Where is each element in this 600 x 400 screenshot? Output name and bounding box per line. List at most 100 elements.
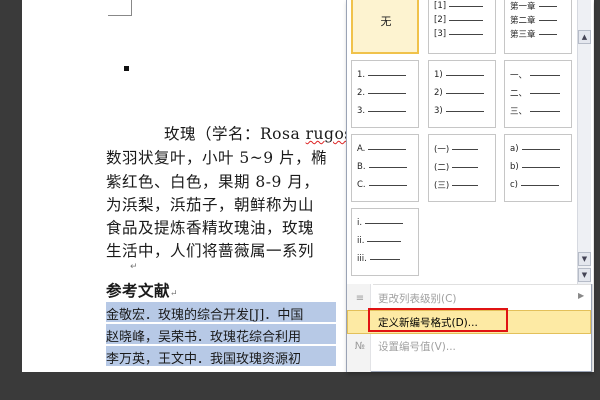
change-list-level-label: 更改列表级别(C): [378, 293, 457, 305]
numbering-option-roman[interactable]: i. ii. iii.: [351, 208, 419, 276]
line-rule: [367, 240, 402, 242]
numbering-none-option[interactable]: 无: [351, 0, 419, 54]
reference-1: 金敬宏．玫瑰的综合开发[J]．中国: [106, 308, 304, 323]
line-rule: [368, 74, 407, 76]
numbering-library: 无 [1] [2] [3] 第一章 第二章 第三章 1. 2. 3. 1) 2)…: [347, 0, 593, 284]
reference-2: 赵晓峰，吴荣书．玫瑰花综合利用: [106, 330, 302, 345]
numbering-token: 第一章: [510, 2, 536, 12]
numbering-token: [1]: [434, 1, 447, 11]
numbering-token: b): [510, 162, 519, 172]
numbering-row: 3): [434, 105, 484, 117]
numbering-token: (二): [434, 163, 450, 173]
numbering-option-upper-alpha[interactable]: A. B. C.: [351, 134, 419, 202]
annotation-highlight-box: [368, 308, 508, 332]
numbering-token: 二、: [510, 89, 528, 99]
list-level-icon: ≡: [355, 292, 365, 304]
numbering-option-decimal[interactable]: 1. 2. 3.: [351, 60, 419, 128]
body-line-4: 为浜梨，浜茄子，朝鲜称为山: [106, 196, 315, 214]
numbering-row: 2.: [357, 87, 407, 99]
expand-icon: ▼: [581, 271, 588, 279]
line-rule: [368, 166, 407, 168]
numbering-option-lower-alpha[interactable]: a) b) c): [504, 134, 572, 202]
numbering-row: iii.: [357, 253, 400, 265]
numbering-token: a): [510, 144, 519, 154]
reference-3: 李万英，王文中．我国玫瑰资源初: [106, 352, 302, 367]
body-line-5: 食品及提炼香精玫瑰油，玫瑰: [106, 219, 315, 237]
line-rule: [369, 258, 400, 260]
body-line-6: 生活中，人们将蔷薇属一系列: [106, 242, 315, 260]
window-frame-bottom: [22, 372, 594, 400]
line-rule: [368, 184, 407, 186]
numbering-row: i.: [357, 217, 404, 229]
scroll-up-button[interactable]: ▲: [578, 30, 591, 44]
references-heading-text: 参考文献: [106, 281, 171, 300]
body-line-1-text: 玫瑰（学名：Rosa: [164, 125, 306, 143]
numbering-row: 2): [434, 87, 484, 99]
chevron-up-icon: ▲: [581, 33, 588, 41]
paragraph-marker: [124, 66, 129, 71]
numbering-token: 3.: [357, 106, 366, 116]
numbering-token: 一、: [510, 71, 528, 81]
numbering-row: 第三章: [510, 28, 557, 40]
line-rule: [368, 110, 407, 112]
numbering-token: 第二章: [510, 16, 536, 26]
numbering-row: 1.: [357, 69, 407, 81]
numbering-row: ii.: [357, 235, 402, 247]
numbering-token: 1.: [357, 70, 366, 80]
window-frame-right: [594, 0, 600, 400]
numbering-row: (一): [434, 143, 479, 155]
line-rule: [538, 33, 557, 35]
line-rule: [452, 166, 479, 168]
line-rule: [449, 33, 484, 35]
chevron-down-icon: ▼: [581, 255, 588, 263]
numbering-row: C.: [357, 179, 407, 191]
numbering-token: c): [510, 180, 518, 190]
line-rule: [368, 92, 407, 94]
numbering-token: C.: [357, 180, 366, 190]
numbering-option-chinese[interactable]: 一、 二、 三、: [504, 60, 572, 128]
numbering-option-bracket[interactable]: [1] [2] [3]: [428, 0, 496, 54]
line-rule: [538, 5, 557, 7]
gallery-more-button[interactable]: ▼: [578, 268, 591, 282]
menu-divider: [373, 284, 591, 285]
line-rule: [449, 5, 484, 7]
numbering-row: a): [510, 143, 560, 155]
numbering-token: 1): [434, 70, 443, 80]
numbering-option-paren[interactable]: 1) 2) 3): [428, 60, 496, 128]
scroll-down-button[interactable]: ▼: [578, 252, 591, 266]
line-rule: [452, 148, 479, 150]
change-list-level-item[interactable]: ≡ 更改列表级别(C) ▶: [347, 286, 591, 310]
line-rule: [521, 184, 559, 186]
paragraph-return-mark: ↵: [130, 262, 138, 272]
line-rule: [365, 222, 404, 224]
references-heading: 参考文献↵: [106, 279, 178, 301]
numbering-row: c): [510, 179, 559, 191]
numbering-row: (二): [434, 161, 479, 173]
numbering-token: 第三章: [510, 30, 536, 40]
numbering-token: (一): [434, 145, 450, 155]
set-numbering-value-label: 设置编号值(V)...: [378, 341, 456, 353]
body-line-2: 数羽状复叶，小叶 5~9 片，椭: [106, 149, 328, 167]
numbering-row: 三、: [510, 105, 561, 117]
line-rule: [368, 148, 407, 150]
set-numbering-value-item[interactable]: № 设置编号值(V)...: [347, 334, 591, 358]
numbering-value-icon: №: [354, 340, 366, 352]
numbering-token: B.: [357, 162, 366, 172]
numbering-none-label: 无: [380, 15, 392, 28]
numbering-option-chapter[interactable]: 第一章 第二章 第三章: [504, 0, 572, 54]
line-rule: [445, 110, 484, 112]
body-line-1: 玫瑰（学名：Rosa rugos: [164, 122, 353, 144]
line-rule: [445, 92, 484, 94]
numbering-option-chinese-paren[interactable]: (一) (二) (三): [428, 134, 496, 202]
page-margin-corner: [108, 0, 132, 16]
numbering-row: b): [510, 161, 560, 173]
line-rule: [538, 19, 557, 21]
numbering-row: B.: [357, 161, 407, 173]
numbering-row: 1): [434, 69, 484, 81]
line-rule: [452, 184, 479, 186]
line-rule: [449, 19, 484, 21]
numbering-token: 2): [434, 88, 443, 98]
numbering-token: i.: [357, 218, 363, 228]
numbering-token: 3): [434, 106, 443, 116]
submenu-arrow-icon: ▶: [578, 291, 585, 300]
